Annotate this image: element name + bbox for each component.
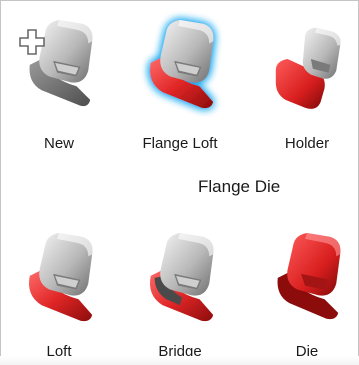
tool-new-label: New [43,135,74,152]
tool-holder-label: Holder [284,135,330,152]
tool-die-button[interactable]: Die [258,213,356,363]
panel-bottom-edge [0,356,359,365]
group-title: Flange Die [198,177,281,196]
holder-icon [275,27,341,109]
tool-flange-loft-button[interactable]: Flange Loft [131,0,229,152]
tool-flange-loft-label: Flange Loft [142,135,218,152]
flange-loft-icon [149,19,214,109]
bridge-icon [149,232,214,322]
tool-loft-button[interactable]: Loft [10,213,108,363]
tool-bridge-button[interactable]: Bridge [131,213,229,363]
tool-holder-button[interactable]: Holder [258,0,356,152]
flange-die-panel: New Flange Loft Holder Flange Die Loft B… [0,0,359,365]
panel-left-border [0,0,1,365]
add-plus-icon [19,29,45,55]
die-icon [277,232,341,320]
tool-new-button[interactable]: New [10,0,108,152]
new-flange-die-icon [29,19,93,107]
loft-icon [28,232,93,322]
